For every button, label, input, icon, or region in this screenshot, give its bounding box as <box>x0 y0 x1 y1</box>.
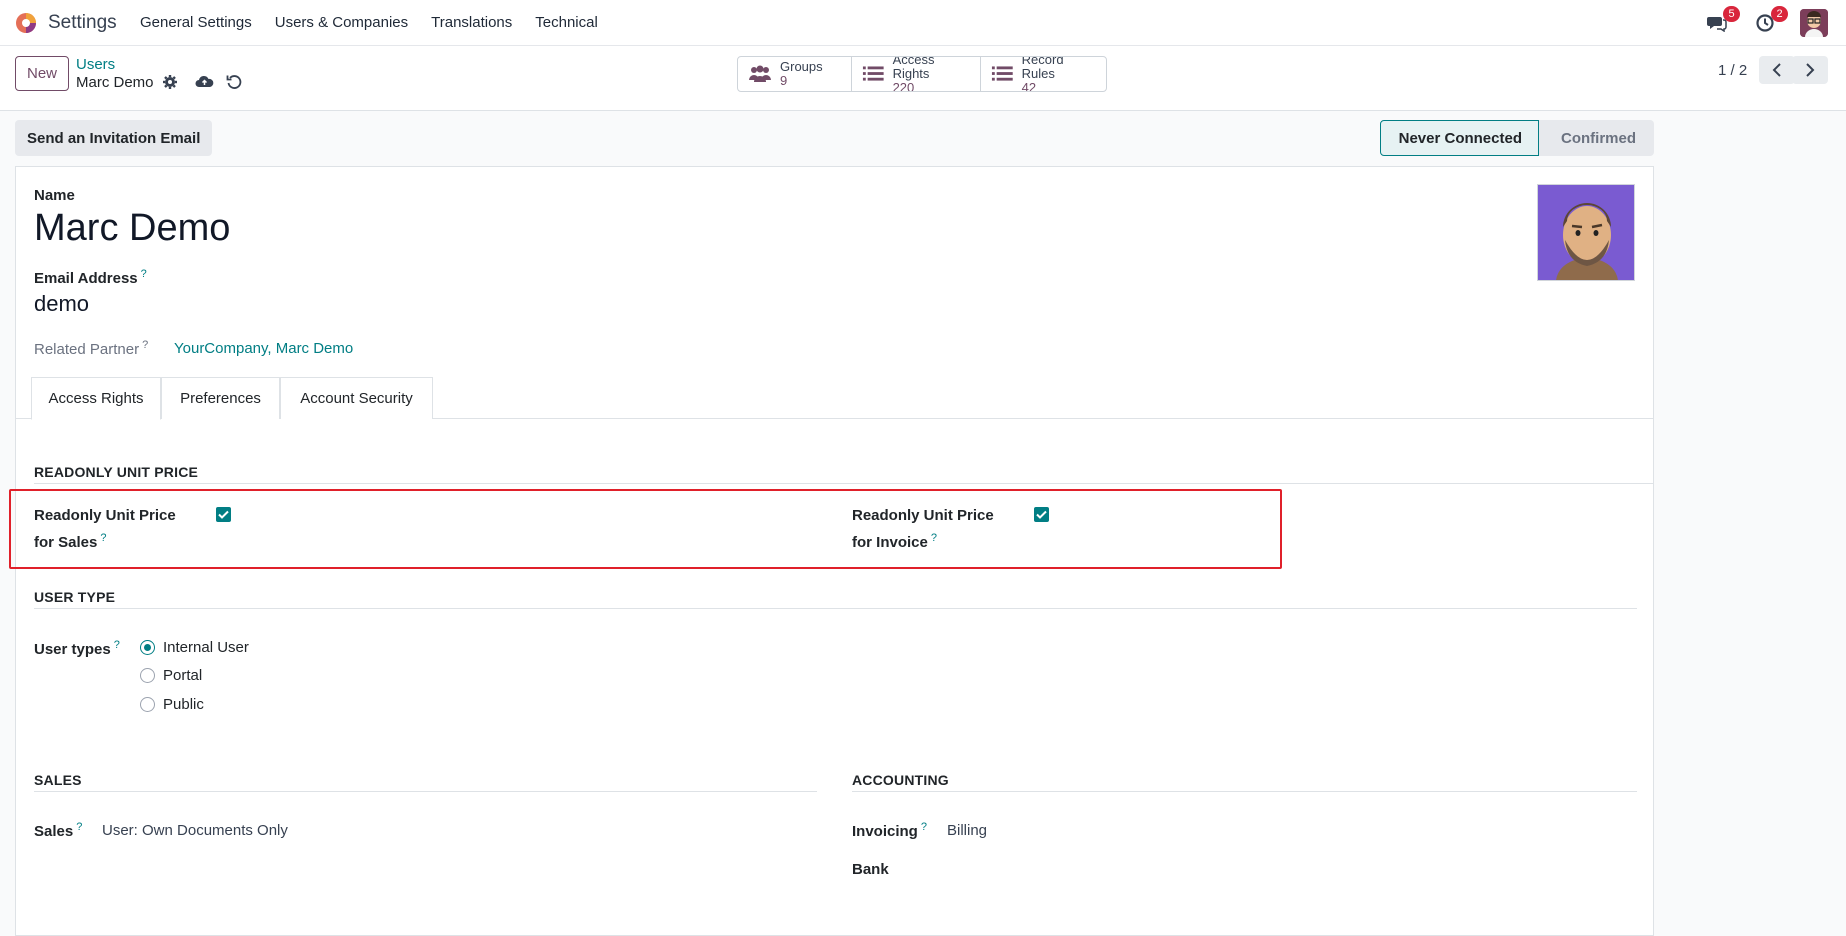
help-icon[interactable]: ? <box>142 339 148 351</box>
smart-button-access-rights[interactable]: Access Rights 220 <box>852 57 981 91</box>
statusbar: Never Connected Confirmed <box>1379 120 1654 156</box>
help-icon[interactable]: ? <box>76 821 82 833</box>
readonly-invoice-label-line1: Readonly Unit Price <box>852 507 994 524</box>
section-divider <box>34 483 1653 484</box>
notebook-tabs: Access Rights Preferences Account Securi… <box>16 377 1653 420</box>
user-avatar[interactable] <box>1800 9 1828 37</box>
radio-label-portal[interactable]: Portal <box>163 667 202 684</box>
readonly-invoice-label: Readonly Unit Price for Invoice? <box>852 505 994 554</box>
chevron-right-icon <box>1806 63 1815 77</box>
sales-label-wrap: Sales? <box>34 821 82 840</box>
new-button[interactable]: New <box>15 56 69 91</box>
menu-general-settings[interactable]: General Settings <box>140 14 252 31</box>
smart-button-title: Record Rules <box>1021 56 1064 81</box>
email-label: Email Address <box>34 270 138 287</box>
readonly-sales-label: Readonly Unit Price for Sales? <box>34 505 176 554</box>
menu-technical[interactable]: Technical <box>535 14 598 31</box>
menu-translations[interactable]: Translations <box>431 14 512 31</box>
systray: 5 2 <box>1684 6 1828 38</box>
user-types-label: User types <box>34 641 111 658</box>
section-divider <box>34 608 1637 609</box>
smart-button-groups[interactable]: Groups 9 <box>738 57 852 91</box>
related-partner-label: Related Partner <box>34 341 140 358</box>
chevron-left-icon <box>1772 63 1781 77</box>
discard-icon[interactable] <box>226 74 244 92</box>
checkmark-icon <box>1036 510 1047 519</box>
form-sheet: Name Marc Demo Email Address? demo Relat… <box>15 166 1654 936</box>
email-field[interactable]: demo <box>34 291 89 317</box>
menu-users-companies[interactable]: Users & Companies <box>275 14 408 31</box>
smart-button-count: 9 <box>780 73 788 88</box>
user-photo[interactable] <box>1537 184 1635 281</box>
activities-button[interactable]: 2 <box>1750 6 1788 38</box>
bank-label: Bank <box>852 861 889 878</box>
invoicing-label-wrap: Invoicing? <box>852 821 927 840</box>
smart-button-title: Access Rights <box>892 56 935 81</box>
smart-buttons: Groups 9 Access Rights 220 Record Rules … <box>737 56 1107 92</box>
help-icon[interactable]: ? <box>100 532 106 544</box>
readonly-invoice-checkbox[interactable] <box>1034 507 1049 522</box>
radio-label-internal-user[interactable]: Internal User <box>163 639 249 656</box>
sales-access-select[interactable]: User: Own Documents Only <box>102 822 288 839</box>
pager-next-button[interactable] <box>1792 56 1828 84</box>
checkmark-icon <box>218 510 229 519</box>
list-icon <box>862 66 884 81</box>
help-icon[interactable]: ? <box>114 639 120 651</box>
radio-label-public[interactable]: Public <box>163 696 204 713</box>
main-menu: General Settings Users & Companies Trans… <box>140 14 621 31</box>
smart-button-title: Groups <box>780 59 823 74</box>
section-title-user-type: USER TYPE <box>34 589 116 605</box>
help-icon[interactable]: ? <box>141 268 147 280</box>
smart-button-count: 42 <box>1021 80 1037 92</box>
help-icon[interactable]: ? <box>921 821 927 833</box>
gear-icon[interactable] <box>162 74 180 92</box>
messages-badge: 5 <box>1723 6 1740 22</box>
breadcrumb-users[interactable]: Users <box>76 56 115 73</box>
radio-public[interactable] <box>140 697 155 712</box>
cloud-save-icon[interactable] <box>195 74 214 92</box>
pager-value[interactable]: 1 / 2 <box>1718 62 1747 79</box>
list-icon <box>991 66 1013 81</box>
related-partner-link[interactable]: YourCompany, Marc Demo <box>174 340 353 357</box>
smart-button-count: 220 <box>892 80 915 92</box>
smart-button-record-rules[interactable]: Record Rules 42 <box>981 57 1106 91</box>
messages-button[interactable]: 5 <box>1702 6 1740 38</box>
app-name[interactable]: Settings <box>48 12 117 34</box>
section-divider <box>852 791 1637 792</box>
radio-internal-user[interactable] <box>140 640 155 655</box>
readonly-sales-label-line1: Readonly Unit Price <box>34 507 176 524</box>
user-types-label-wrap: User types? <box>34 639 120 658</box>
radio-portal[interactable] <box>140 668 155 683</box>
send-invitation-button[interactable]: Send an Invitation Email <box>15 120 213 156</box>
tab-preferences[interactable]: Preferences <box>161 377 280 419</box>
pager-previous-button[interactable] <box>1759 56 1795 84</box>
name-label: Name <box>34 187 75 204</box>
sales-label: Sales <box>34 823 74 840</box>
stage-never-connected[interactable]: Never Connected <box>1379 120 1539 156</box>
readonly-invoice-label-line2: for Invoice <box>852 534 928 551</box>
help-icon[interactable]: ? <box>931 532 937 544</box>
form-header: Send an Invitation Email Never Connected… <box>15 120 1654 156</box>
readonly-sales-label-line2: for Sales <box>34 534 98 551</box>
section-title-sales: SALES <box>34 772 82 788</box>
section-title-readonly-unit-price: READONLY UNIT PRICE <box>34 464 199 480</box>
top-navbar: Settings General Settings Users & Compan… <box>0 0 1846 46</box>
email-label-wrap: Email Address? <box>34 268 147 287</box>
readonly-sales-checkbox[interactable] <box>216 507 231 522</box>
invoicing-label: Invoicing <box>852 823 918 840</box>
section-title-accounting: ACCOUNTING <box>852 772 949 788</box>
tab-access-rights[interactable]: Access Rights <box>31 377 161 420</box>
control-panel: New Users Marc Demo Groups 9 Access Righ… <box>0 46 1846 111</box>
activities-badge: 2 <box>1771 6 1788 22</box>
app-logo-icon[interactable] <box>14 11 38 35</box>
groups-icon <box>749 65 771 82</box>
invoicing-access-select[interactable]: Billing <box>947 822 987 839</box>
breadcrumb-current: Marc Demo <box>76 74 154 91</box>
stage-confirmed[interactable]: Confirmed <box>1539 120 1654 156</box>
section-divider <box>34 791 817 792</box>
related-partner-label-wrap: Related Partner? <box>34 339 148 358</box>
name-field[interactable]: Marc Demo <box>34 207 230 250</box>
tab-account-security[interactable]: Account Security <box>280 377 433 419</box>
